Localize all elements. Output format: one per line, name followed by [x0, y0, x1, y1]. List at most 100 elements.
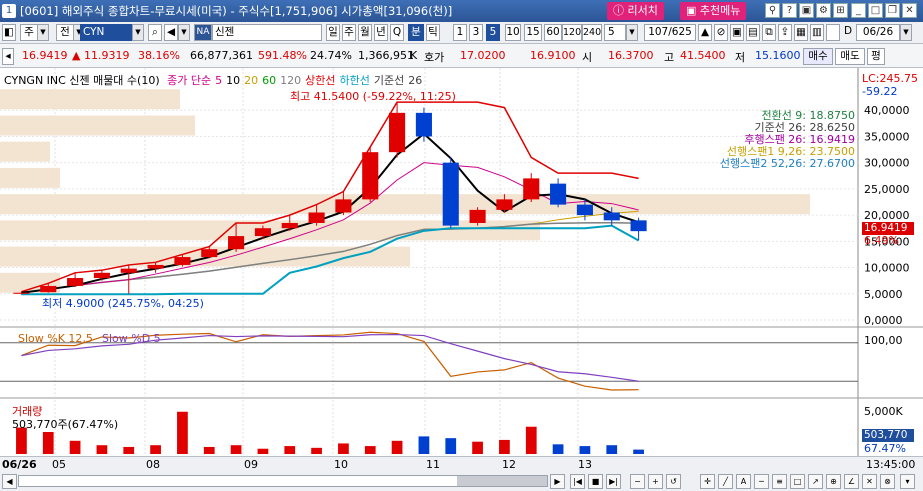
period-year[interactable]: 년	[374, 24, 388, 41]
zoom-out-icon[interactable]: −	[630, 474, 645, 489]
minute-15[interactable]: 15	[524, 24, 542, 41]
date-dropdown-icon[interactable]: ▼	[900, 24, 912, 41]
x-axis-label: 10	[334, 458, 348, 471]
minute-240[interactable]: 240	[582, 24, 602, 41]
period-tick[interactable]: 틱	[426, 24, 440, 41]
period-day[interactable]: 일	[326, 24, 340, 41]
line-tool-icon[interactable]: ╱	[718, 474, 733, 489]
x-axis-label: 09	[244, 458, 258, 471]
buy-button[interactable]: 매수	[803, 48, 833, 65]
period-minute[interactable]: 분	[408, 24, 424, 41]
more-tools-icon[interactable]: ▾	[900, 474, 915, 489]
minimize-icon[interactable]: _	[851, 3, 866, 18]
count-field[interactable]: 107/625	[644, 24, 696, 41]
volume-bar	[150, 445, 161, 454]
interval-input[interactable]: 5	[604, 24, 626, 41]
hline-tool-icon[interactable]: ─	[754, 474, 769, 489]
scroll-right-icon[interactable]: ▶	[550, 474, 565, 489]
minute-5[interactable]: 5	[486, 24, 500, 41]
market-dropdown-icon[interactable]: ▼	[37, 24, 49, 41]
scroll-bar[interactable]: ◀ ▶ |◀ ■ ▶| − + ↺ ✛ ╱ A ─ ≡ □ ↗ ⊕ ∠ ✕ ⊗ …	[0, 471, 923, 491]
crosshair-icon[interactable]: ✛	[700, 474, 715, 489]
candle-body	[550, 183, 567, 205]
magnet-tool-icon[interactable]: ⊗	[880, 474, 895, 489]
scroll-left-icon[interactable]: ◀	[2, 474, 17, 489]
scroll-track[interactable]	[18, 475, 548, 487]
volume-bar	[284, 446, 296, 454]
ichimoku-legend: 전환선 9: 18.8750 기준선 26: 28.6250 후행스팬 26: 16…	[700, 110, 855, 170]
first-page-icon[interactable]: |◀	[570, 474, 585, 489]
volume-bar	[633, 449, 644, 454]
settings-icon[interactable]: ⚙	[816, 3, 831, 18]
minute-10[interactable]: 10	[505, 24, 521, 41]
minute-60[interactable]: 60	[544, 24, 562, 41]
type-select[interactable]: 전	[56, 24, 74, 41]
pin-icon[interactable]: ▣	[799, 3, 814, 18]
save-icon[interactable]: ▣	[730, 24, 744, 41]
volume-bar	[499, 439, 510, 454]
research-button[interactable]: ⓘ 리서치	[607, 2, 664, 20]
interval-dropdown-icon[interactable]: ▼	[626, 24, 638, 41]
link-icon[interactable]: ⚲	[765, 3, 780, 18]
shape-tool-icon[interactable]: □	[790, 474, 805, 489]
delete-tool-icon[interactable]: ✕	[862, 474, 877, 489]
last-page-icon[interactable]: ▶|	[606, 474, 621, 489]
date-checkbox[interactable]	[826, 24, 840, 41]
tile-icon[interactable]: ⊞	[833, 3, 848, 18]
info-icon[interactable]: ?	[782, 3, 797, 18]
minute-120[interactable]: 120	[562, 24, 582, 41]
stop-icon[interactable]: ■	[588, 474, 603, 489]
volume-bar	[257, 448, 269, 454]
lock-icon[interactable]: ⊘	[714, 24, 728, 41]
sound-icon[interactable]: ◀	[164, 24, 178, 41]
recommend-menu-button[interactable]: ▣ 추천메뉴	[680, 2, 747, 20]
period-quarter[interactable]: Q	[390, 24, 404, 41]
maximize-icon[interactable]: □	[868, 3, 883, 18]
scroll-thumb[interactable]	[457, 476, 547, 486]
minute-3[interactable]: 3	[469, 24, 483, 41]
zoom-in-icon[interactable]: +	[648, 474, 663, 489]
code-input[interactable]: CYN	[80, 24, 132, 41]
candle-body	[576, 204, 593, 216]
copy-icon[interactable]: ⧉	[762, 24, 776, 41]
stoch-tick: 100,00	[864, 334, 903, 347]
close-icon[interactable]: ✕	[902, 3, 917, 18]
date-input[interactable]: 06/26	[856, 24, 900, 41]
arrow-tool-icon[interactable]: ↗	[808, 474, 823, 489]
quote-expand-icon[interactable]: ◂	[2, 48, 14, 65]
print-icon[interactable]: ▤	[746, 24, 760, 41]
reset-zoom-icon[interactable]: ↺	[666, 474, 681, 489]
text-tool-icon[interactable]: A	[736, 474, 751, 489]
volume-bar	[177, 411, 188, 454]
layout-icon[interactable]: ▥	[810, 24, 824, 41]
candle-body	[13, 292, 30, 294]
quote-open: 16.3700	[608, 49, 654, 62]
volume-bar	[391, 440, 403, 454]
legend-item: 5	[215, 74, 223, 87]
export-icon[interactable]: ⇪	[778, 24, 792, 41]
candle-body	[228, 236, 245, 250]
angle-tool-icon[interactable]: ∠	[844, 474, 859, 489]
sell-button[interactable]: 매도	[835, 48, 865, 65]
volume-pct-tag: 67.47%	[864, 442, 906, 455]
grid-icon[interactable]: ▦	[794, 24, 808, 41]
panel-toggle-icon[interactable]: ◧	[2, 24, 16, 41]
measure-tool-icon[interactable]: ⊕	[826, 474, 841, 489]
candle-body	[93, 272, 110, 279]
period-week[interactable]: 주	[342, 24, 356, 41]
quote-bid: 17.0200	[460, 49, 506, 62]
minute-1[interactable]: 1	[453, 24, 467, 41]
search-icon[interactable]: ⌕	[148, 24, 162, 41]
market-select[interactable]: 주	[20, 24, 38, 41]
scroll-up-icon[interactable]: ▲	[698, 24, 712, 41]
na-badge: NA	[194, 24, 212, 41]
restore-icon[interactable]: ❐	[885, 3, 900, 18]
legend-item: 기준선	[373, 74, 405, 87]
fib-tool-icon[interactable]: ≡	[772, 474, 787, 489]
volume-bar	[525, 426, 537, 454]
period-month[interactable]: 월	[358, 24, 372, 41]
eval-button[interactable]: 평	[867, 48, 885, 65]
sound-dropdown-icon[interactable]: ▼	[178, 24, 190, 41]
volume-bar	[311, 447, 322, 454]
code-dropdown-icon[interactable]: ▼	[132, 24, 144, 41]
